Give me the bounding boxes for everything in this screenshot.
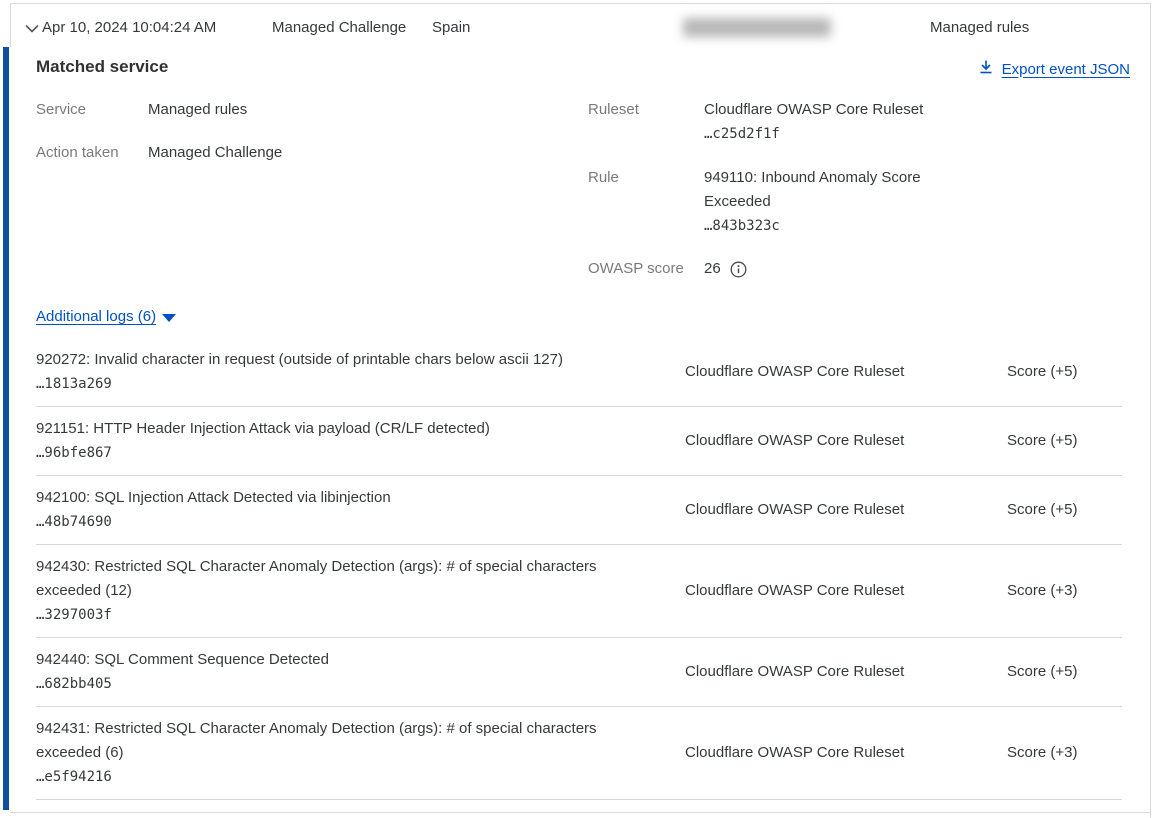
log-row: 921151: HTTP Header Injection Attack via… (36, 407, 1122, 476)
log-score: Score (+5) (1007, 429, 1122, 453)
field-owasp-score: OWASP score 26 (588, 257, 747, 281)
log-score: Score (+5) (1007, 360, 1122, 384)
log-ruleset-name: Cloudflare OWASP Core Ruleset (685, 660, 1007, 684)
field-action-taken: Action taken Managed Challenge (36, 141, 282, 165)
log-rule-description: 942440: SQL Comment Sequence Detected (36, 648, 640, 672)
log-score: Score (+5) (1007, 498, 1122, 522)
log-rule-description: 942431: Restricted SQL Character Anomaly… (36, 717, 640, 765)
field-rule: Rule 949110: Inbound Anomaly Score Excee… (588, 166, 944, 238)
rule-id: …843b323c (704, 214, 944, 238)
ruleset-value: Cloudflare OWASP Core Ruleset (704, 98, 944, 122)
rule-value: 949110: Inbound Anomaly Score Exceeded (704, 166, 944, 214)
log-ruleset-name: Cloudflare OWASP Core Ruleset (685, 429, 1007, 453)
log-score: Score (+5) (1007, 660, 1122, 684)
panel-title: Matched service (36, 57, 168, 77)
export-event-json-label: Export event JSON (1002, 61, 1130, 78)
log-rule-id: …96bfe867 (36, 441, 640, 465)
event-service: Managed rules (930, 19, 1029, 36)
panel-bottom-border (10, 812, 1150, 813)
chevron-down-icon[interactable] (24, 21, 40, 37)
ruleset-id: …c25d2f1f (704, 122, 944, 146)
export-event-json-link[interactable]: Export event JSON (978, 59, 1130, 79)
log-rule-id: …e5f94216 (36, 765, 640, 789)
event-country: Spain (432, 19, 470, 36)
ruleset-label: Ruleset (588, 98, 704, 146)
owasp-score-value: 26 (704, 257, 721, 281)
log-ruleset-name: Cloudflare OWASP Core Ruleset (685, 741, 1007, 765)
triangle-down-icon (162, 314, 176, 322)
log-rule-description: 942100: SQL Injection Attack Detected vi… (36, 486, 640, 510)
additional-logs-table: 920272: Invalid character in request (ou… (36, 338, 1122, 800)
log-ruleset-name: Cloudflare OWASP Core Ruleset (685, 498, 1007, 522)
additional-logs-label: Additional logs (6) (36, 308, 156, 325)
log-row: 920272: Invalid character in request (ou… (36, 338, 1122, 407)
info-icon[interactable] (730, 261, 747, 278)
log-rule-id: …3297003f (36, 603, 640, 627)
field-service: Service Managed rules (36, 98, 247, 122)
log-rule-id: …48b74690 (36, 510, 640, 534)
log-row: 942430: Restricted SQL Character Anomaly… (36, 545, 1122, 638)
action-taken-value: Managed Challenge (148, 141, 282, 165)
additional-logs-toggle[interactable]: Additional logs (6) (36, 308, 176, 325)
table-right-border (1150, 3, 1151, 818)
log-rule-description: 942430: Restricted SQL Character Anomaly… (36, 555, 640, 603)
log-rule-id: …1813a269 (36, 372, 640, 396)
log-row: 942431: Restricted SQL Character Anomaly… (36, 707, 1122, 800)
log-row: 942440: SQL Comment Sequence Detected …6… (36, 638, 1122, 707)
field-ruleset: Ruleset Cloudflare OWASP Core Ruleset …c… (588, 98, 944, 146)
log-ruleset-name: Cloudflare OWASP Core Ruleset (685, 579, 1007, 603)
log-score: Score (+3) (1007, 741, 1122, 765)
expanded-row-accent-bar (3, 47, 9, 810)
rule-label: Rule (588, 166, 704, 238)
redacted-value (683, 18, 831, 37)
log-row: 942100: SQL Injection Attack Detected vi… (36, 476, 1122, 545)
log-score: Score (+3) (1007, 579, 1122, 603)
log-rule-id: …682bb405 (36, 672, 640, 696)
service-label: Service (36, 98, 148, 122)
owasp-score-label: OWASP score (588, 257, 704, 281)
download-icon (978, 59, 994, 79)
event-action: Managed Challenge (272, 19, 406, 36)
event-row-header[interactable]: Apr 10, 2024 10:04:24 AM Managed Challen… (11, 4, 1150, 47)
log-rule-description: 920272: Invalid character in request (ou… (36, 348, 640, 372)
action-taken-label: Action taken (36, 141, 148, 165)
event-timestamp: Apr 10, 2024 10:04:24 AM (42, 19, 216, 36)
service-value: Managed rules (148, 98, 247, 122)
log-ruleset-name: Cloudflare OWASP Core Ruleset (685, 360, 1007, 384)
log-rule-description: 921151: HTTP Header Injection Attack via… (36, 417, 640, 441)
